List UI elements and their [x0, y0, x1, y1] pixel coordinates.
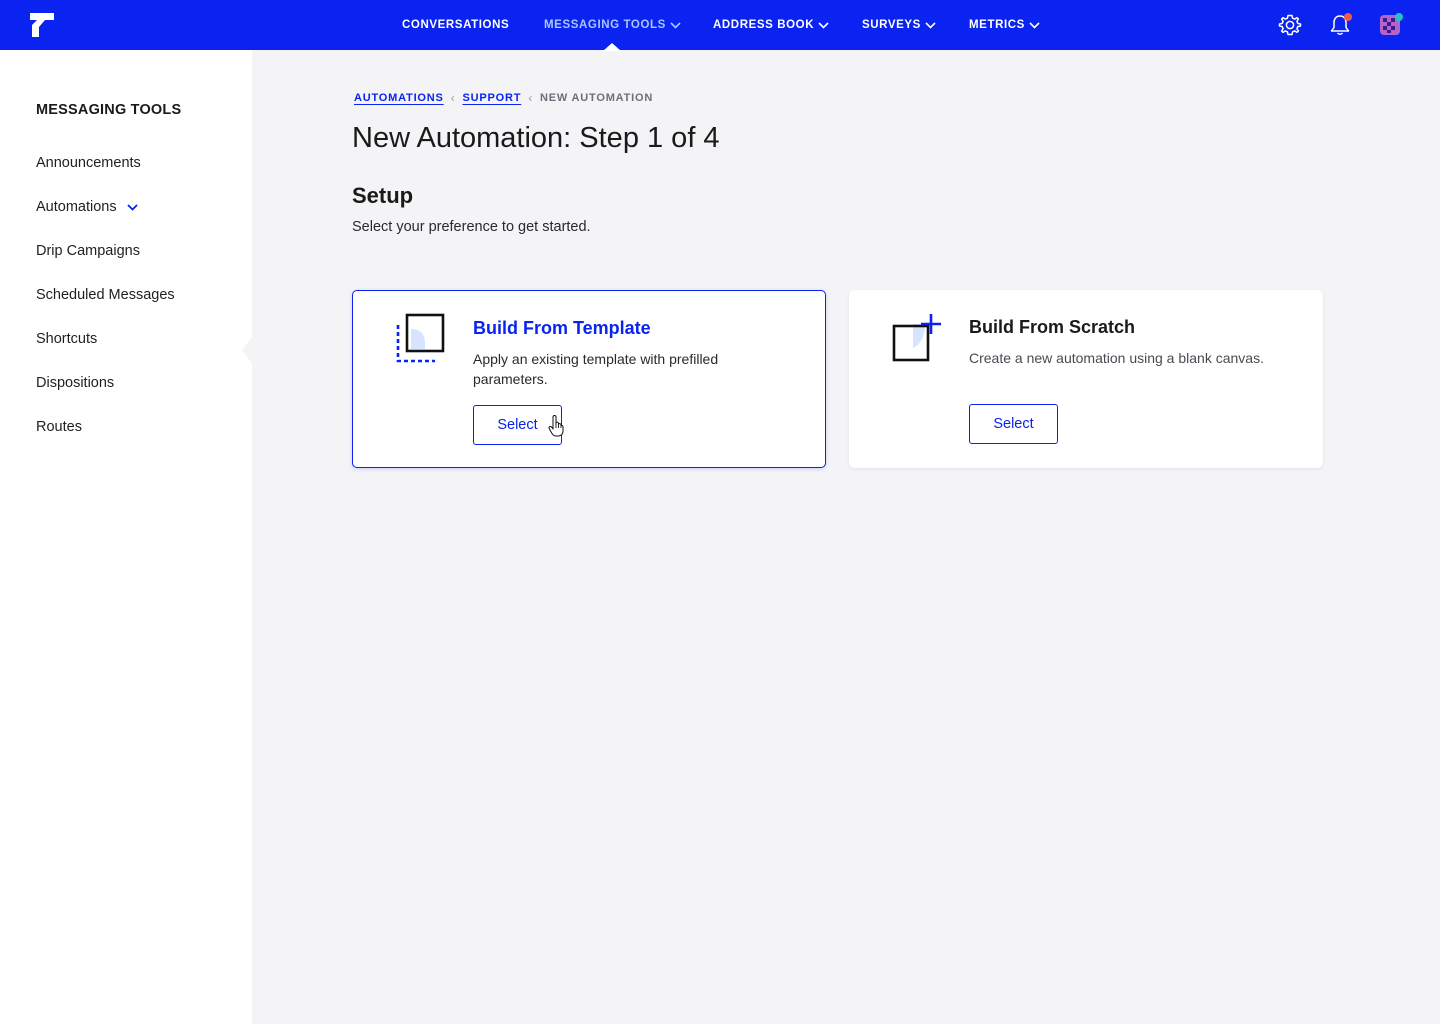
- chevron-down-icon: [925, 21, 936, 29]
- sidebar-item-label: Automations: [36, 199, 117, 215]
- breadcrumb: AUTOMATIONS ‹ SUPPORT ‹ NEW AUTOMATION: [354, 91, 653, 105]
- nav-item-label: MESSAGING TOOLS: [544, 19, 666, 31]
- nav-item-label: SURVEYS: [862, 19, 921, 31]
- sidebar-item-label: Routes: [36, 419, 82, 435]
- notification-bell-icon[interactable]: [1328, 13, 1352, 37]
- top-navigation-bar: CONVERSATIONS MESSAGING TOOLS ADDRESS BO…: [0, 0, 1440, 51]
- section-title: Setup: [352, 183, 414, 208]
- breadcrumb-link-automations[interactable]: AUTOMATIONS: [354, 92, 444, 104]
- sidebar-item-label: Drip Campaigns: [36, 243, 140, 259]
- card-title: Build From Scratch: [969, 317, 1136, 337]
- active-nav-indicator: [603, 43, 622, 51]
- select-scratch-button[interactable]: Select: [969, 404, 1058, 444]
- template-icon: [396, 313, 445, 363]
- breadcrumb-link-support[interactable]: SUPPORT: [462, 92, 521, 104]
- card-description: Create a new automation using a blank ca…: [969, 350, 1264, 366]
- sidebar-item-automations[interactable]: Automations: [36, 199, 138, 215]
- nav-item-conversations[interactable]: CONVERSATIONS: [402, 0, 509, 50]
- main-nav: CONVERSATIONS MESSAGING TOOLS ADDRESS BO…: [0, 0, 1440, 51]
- page-title: New Automation: Step 1 of 4: [352, 122, 720, 154]
- sidebar: MESSAGING TOOLS Announcements Automation…: [0, 50, 254, 1024]
- chevron-down-icon: [670, 21, 681, 29]
- breadcrumb-separator-icon: ‹: [450, 91, 456, 105]
- nav-item-surveys[interactable]: SURVEYS: [862, 0, 936, 50]
- breadcrumb-separator-icon: ‹: [528, 91, 534, 105]
- sidebar-item-label: Dispositions: [36, 375, 115, 391]
- user-avatar-icon[interactable]: [1379, 13, 1403, 37]
- sidebar-item-announcements[interactable]: Announcements: [36, 155, 141, 171]
- sidebar-item-dispositions[interactable]: Dispositions: [36, 375, 114, 391]
- settings-gear-icon[interactable]: [1278, 13, 1302, 37]
- sidebar-item-label: Scheduled Messages: [36, 287, 175, 303]
- nav-item-label: CONVERSATIONS: [402, 19, 510, 31]
- chevron-down-icon[interactable]: [126, 203, 138, 211]
- sidebar-item-routes[interactable]: Routes: [36, 419, 82, 435]
- card-title: Build From Template: [473, 318, 651, 338]
- build-from-scratch-card[interactable]: Build From Scratch Create a new automati…: [849, 290, 1323, 468]
- select-template-button[interactable]: Select: [473, 405, 562, 445]
- card-description: Apply an existing template with prefille…: [473, 351, 719, 387]
- nav-item-address-book[interactable]: ADDRESS BOOK: [713, 0, 829, 50]
- nav-item-label: METRICS: [969, 19, 1025, 31]
- new-canvas-icon: [892, 314, 941, 362]
- nav-item-label: ADDRESS BOOK: [713, 19, 815, 31]
- sidebar-item-label: Shortcuts: [36, 331, 98, 347]
- sidebar-title: MESSAGING TOOLS: [36, 102, 182, 118]
- sidebar-item-label: Announcements: [36, 155, 141, 171]
- chevron-down-icon: [1029, 21, 1040, 29]
- sidebar-item-drip-campaigns[interactable]: Drip Campaigns: [36, 243, 140, 259]
- section-description: Select your preference to get started.: [352, 219, 591, 235]
- sidebar-active-indicator: [242, 334, 254, 366]
- sidebar-item-shortcuts[interactable]: Shortcuts: [36, 331, 97, 347]
- build-from-template-card[interactable]: Build From Template Apply an existing te…: [352, 290, 826, 468]
- notification-dot: [1344, 13, 1352, 21]
- status-dot: [1395, 13, 1403, 21]
- breadcrumb-current: NEW AUTOMATION: [540, 92, 654, 104]
- chevron-down-icon: [818, 21, 829, 29]
- nav-item-metrics[interactable]: METRICS: [969, 0, 1040, 50]
- nav-item-messaging-tools[interactable]: MESSAGING TOOLS: [544, 0, 681, 51]
- sidebar-item-scheduled-messages[interactable]: Scheduled Messages: [36, 287, 175, 303]
